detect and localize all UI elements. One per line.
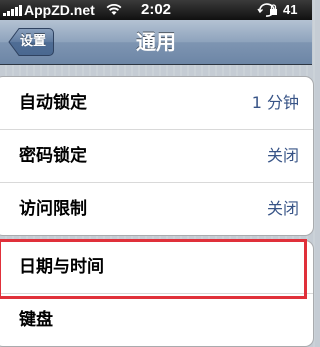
carrier-name: AppZD.net	[24, 2, 95, 18]
page-title: 通用	[136, 30, 176, 54]
cell-keyboard[interactable]: 键盘	[0, 294, 313, 346]
navigation-bar: 设置 通用	[0, 20, 312, 65]
cell-label: 密码锁定	[19, 146, 87, 166]
cell-label: 访问限制	[19, 199, 87, 219]
cell-label: 自动锁定	[19, 93, 87, 113]
status-bar: AppZD.net 2:02 41 %	[0, 0, 312, 35]
cell-value: 1 分钟	[251, 93, 299, 112]
cell-auto-lock[interactable]: 自动锁定 1 分钟	[0, 77, 313, 130]
clock: 2:02	[140, 1, 172, 18]
cell-value: 关闭	[266, 199, 299, 218]
wifi-icon	[106, 3, 122, 19]
back-button-label: 设置	[20, 34, 47, 49]
cell-label: 键盘	[19, 310, 53, 330]
cell-value: 关闭	[266, 146, 299, 165]
highlight-box	[0, 239, 307, 299]
back-button[interactable]: 设置	[8, 28, 54, 56]
settings-group-security: 自动锁定 1 分钟 密码锁定 关闭 访问限制 关闭	[0, 76, 314, 236]
rotation-lock-icon	[257, 3, 279, 20]
signal-icon	[3, 4, 22, 16]
cell-restrictions[interactable]: 访问限制 关闭	[0, 183, 313, 235]
cell-passcode-lock[interactable]: 密码锁定 关闭	[0, 130, 313, 183]
